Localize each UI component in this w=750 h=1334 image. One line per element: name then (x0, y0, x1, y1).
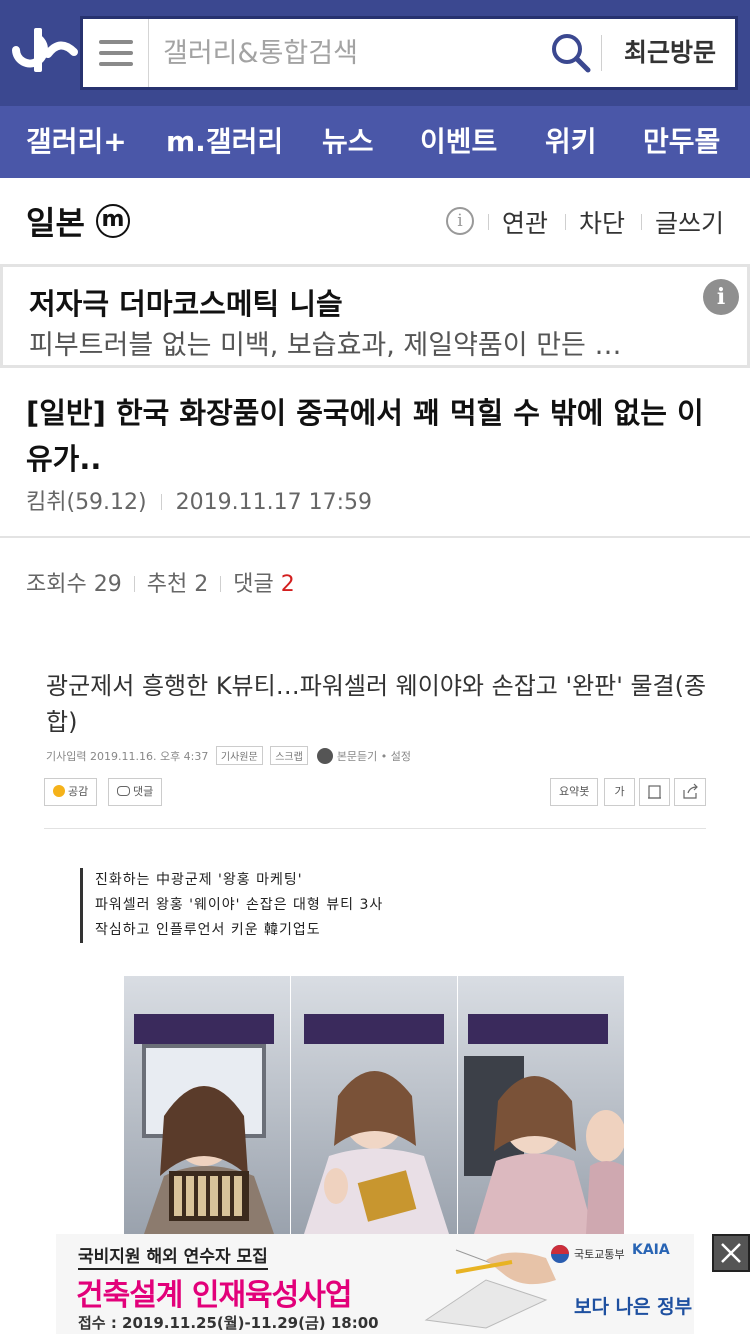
livestream-photo[interactable] (124, 976, 624, 1234)
photo-panel-1 (124, 976, 290, 1234)
recent-visits-button[interactable]: 최근방문 (605, 19, 735, 87)
post-datetime: 2019.11.17 17:59 (175, 490, 372, 515)
menu-icon-bar (99, 51, 133, 55)
dc-logo-icon[interactable] (10, 24, 78, 80)
font-size-chip: 가 (604, 778, 635, 806)
share-icon (683, 783, 698, 799)
post-meta: 킴취(59.12) 2019.11.17 17:59 (26, 484, 372, 516)
ad-info-icon[interactable]: i (703, 279, 739, 315)
separator (488, 214, 489, 230)
post-title: [일반] 한국 화장품이 중국에서 꽤 먹힐 수 밖에 없는 이유가.. (26, 396, 704, 476)
comments-count[interactable]: 2 (281, 572, 295, 597)
gallery-header: 일본 m i 연관 차단 글쓰기 (0, 178, 750, 264)
main-nav: 갤러리+ m.갤러리 뉴스 이벤트 위키 만두몰 (0, 106, 750, 178)
related-link[interactable]: 연관 (502, 204, 548, 240)
banner-headline: 건축설계 인재육성사업 (76, 1278, 352, 1313)
scrap-tag: 스크랩 (270, 746, 308, 765)
search-icon[interactable] (549, 31, 593, 75)
search-box: 최근방문 (80, 16, 738, 90)
write-link[interactable]: 글쓰기 (655, 204, 724, 240)
ministry-name: 국토교통부 (574, 1248, 625, 1261)
nav-wiki[interactable]: 위키 (545, 106, 597, 178)
post-author[interactable]: 킴취(59.12) (26, 490, 147, 515)
kaia-logo: KAIA (632, 1242, 670, 1258)
block-link[interactable]: 차단 (579, 204, 625, 240)
separator (133, 576, 135, 592)
news-subheadings: 진화하는 中광군제 '왕홍 마케팅' 파워셀러 왕홍 '웨이야' 손잡은 대형 … (80, 868, 383, 943)
reply-label: 댓글 (133, 785, 154, 798)
like-chip: 공감 (44, 778, 98, 806)
speech-bubble-icon (117, 786, 130, 796)
ad-title: 저자극 더마코스메틱 니슬 (29, 287, 343, 321)
views-label: 조회수 (26, 572, 87, 597)
print-chip (639, 778, 670, 806)
gallery-title[interactable]: 일본 (26, 198, 85, 244)
menu-icon-bar (99, 62, 133, 66)
banner-subtitle: 국비지원 해외 연수자 모집 (78, 1242, 268, 1270)
post-stats: 조회수 29 추천 2 댓글 2 (26, 566, 295, 598)
info-icon[interactable]: i (446, 207, 474, 235)
photo-panel-2 (291, 976, 457, 1234)
minor-gallery-badge: m (96, 204, 130, 238)
nav-mall[interactable]: 만두몰 (643, 106, 720, 178)
print-icon (648, 785, 661, 799)
top-header: 최근방문 (0, 0, 750, 106)
nav-gallery-plus[interactable]: 갤러리+ (26, 106, 127, 178)
bottom-banner-ad[interactable]: 국비지원 해외 연수자 모집 건축설계 인재육성사업 접수 : 2019.11.… (56, 1234, 694, 1334)
subheading: 진화하는 中광군제 '왕홍 마케팅' (95, 872, 303, 888)
recommend-count: 2 (194, 572, 209, 597)
separator (160, 494, 162, 510)
drawing-hand-icon (424, 1249, 556, 1329)
nav-m-gallery[interactable]: m.갤러리 (166, 106, 283, 178)
subheading: 파워셀러 왕홍 '웨이야' 손잡은 대형 뷰티 3사 (95, 897, 384, 913)
sponsored-ad[interactable]: 저자극 더마코스메틱 니슬 피부트러블 없는 미백, 보습효과, 제일약품이 만… (0, 264, 750, 368)
like-label: 공감 (68, 785, 89, 798)
search-input[interactable] (149, 19, 549, 87)
summary-chip: 요약봇 (550, 778, 599, 806)
share-chip (674, 778, 706, 806)
news-meta: 기사입력 2019.11.16. 오후 4:37 기사원문 스크랩 본문듣기 •… (46, 746, 411, 765)
menu-button[interactable] (83, 19, 149, 87)
speaker-icon (317, 748, 334, 764)
ad-description: 피부트러블 없는 미백, 보습효과, 제일약품이 만든 … (29, 330, 622, 361)
separator (565, 214, 566, 230)
listen-text: 본문듣기 • 설정 (336, 750, 412, 763)
nav-event[interactable]: 이벤트 (420, 106, 497, 178)
search-divider (601, 35, 602, 71)
views-count: 29 (93, 572, 122, 597)
nav-news[interactable]: 뉴스 (322, 106, 374, 178)
original-article-tag: 기사원문 (215, 746, 263, 765)
separator (641, 214, 642, 230)
menu-icon-bar (99, 40, 133, 44)
news-headline: 광군제서 흥행한 K뷰티…파워셀러 웨이야와 손잡고 '완판' 물결(종합) (46, 672, 707, 736)
recommend-label: 추천 (146, 572, 188, 597)
reply-chip: 댓글 (108, 778, 163, 806)
banner-date: 접수 : 2019.11.25(월)-11.29(금) 18:00 (78, 1314, 379, 1332)
smile-icon (53, 785, 65, 797)
close-ad-button[interactable] (712, 1234, 750, 1272)
subheading: 작심하고 인플루언서 키운 韓기업도 (95, 922, 321, 938)
divider (0, 536, 750, 538)
comments-label[interactable]: 댓글 (233, 572, 273, 597)
government-slogan: 보다 나은 정부 (574, 1296, 693, 1318)
separator (220, 576, 222, 592)
news-date: 기사입력 2019.11.16. 오후 4:37 (46, 750, 209, 763)
close-icon (721, 1243, 741, 1263)
divider (44, 828, 706, 829)
photo-panel-3 (458, 976, 624, 1234)
korea-emblem-icon (551, 1245, 569, 1263)
